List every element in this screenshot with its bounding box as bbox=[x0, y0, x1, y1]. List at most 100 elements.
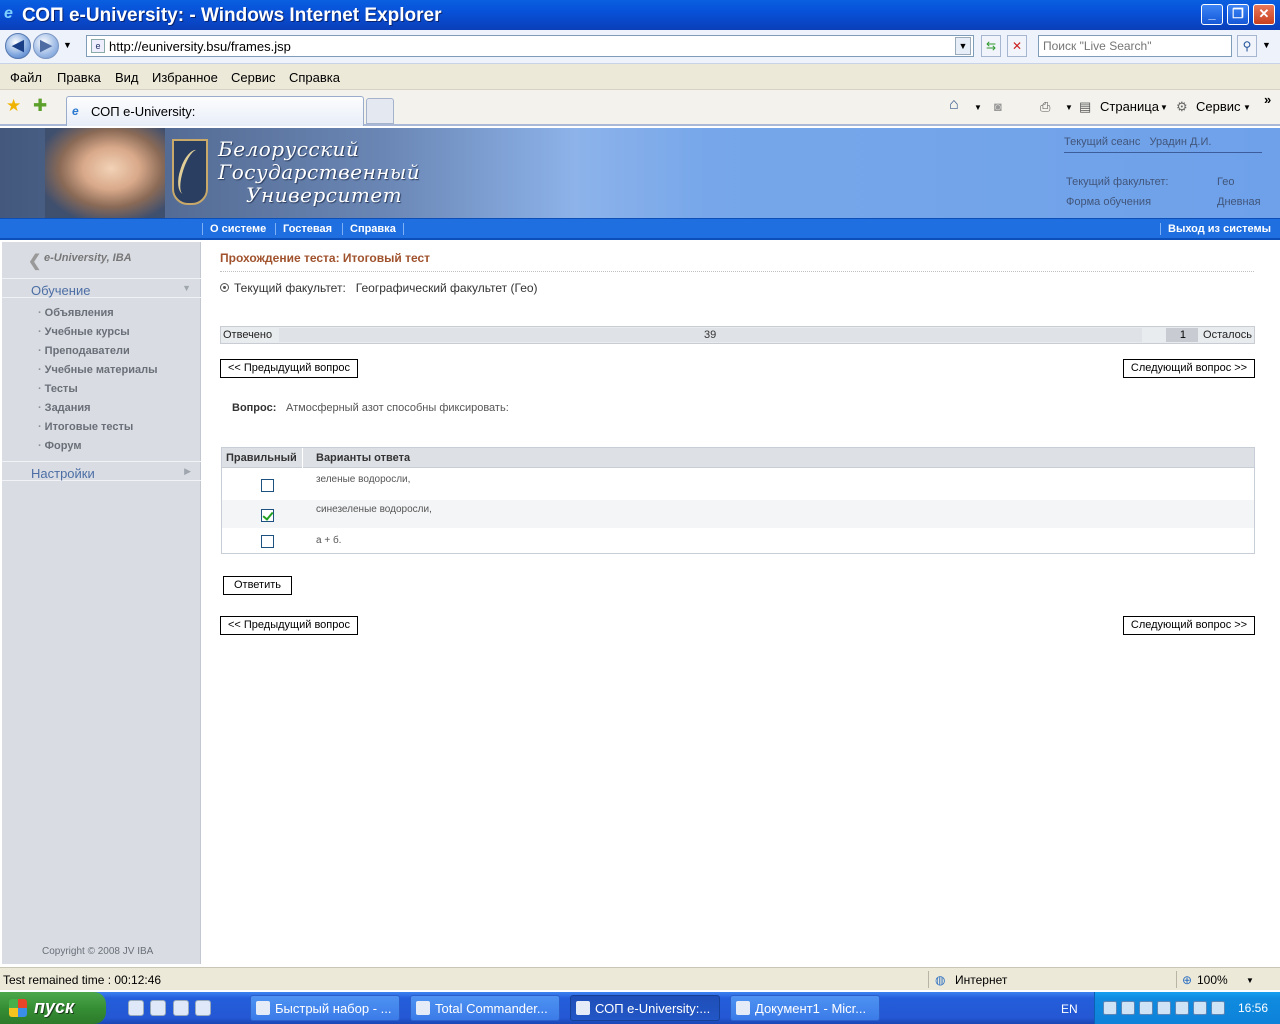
sidebar-item-tests[interactable]: · Тесты bbox=[38, 383, 78, 395]
search-icon[interactable]: ⚲ bbox=[1237, 35, 1257, 57]
print-dropdown-icon[interactable]: ▼ bbox=[1065, 103, 1073, 112]
sidebar-item-announcements[interactable]: · Объявления bbox=[38, 307, 114, 319]
menu-view[interactable]: Вид bbox=[115, 70, 139, 85]
answer-checkbox[interactable] bbox=[261, 479, 274, 492]
menu-file[interactable]: Файл bbox=[10, 70, 42, 85]
sidebar-item-forum[interactable]: · Форум bbox=[38, 440, 81, 452]
print-icon[interactable]: ⎙ bbox=[1040, 99, 1050, 115]
answered-label: Отвечено bbox=[223, 329, 273, 341]
nav-about[interactable]: О системе bbox=[202, 223, 273, 235]
address-dropdown-icon[interactable]: ▼ bbox=[955, 37, 971, 55]
main-content: Прохождение теста: Итоговый тест Текущий… bbox=[201, 242, 1280, 964]
menu-favorites[interactable]: Избранное bbox=[152, 70, 218, 85]
tray-icon[interactable] bbox=[1103, 1001, 1117, 1015]
nav-logout[interactable]: Выход из системы bbox=[1160, 223, 1278, 235]
quicklaunch-save-icon[interactable] bbox=[128, 1000, 144, 1016]
sidebar-item-final-tests[interactable]: · Итоговые тесты bbox=[38, 421, 133, 433]
tray-icon[interactable] bbox=[1121, 1001, 1135, 1015]
tray-icon[interactable] bbox=[1157, 1001, 1171, 1015]
next-question-button-bottom[interactable]: Следующий вопрос >> bbox=[1123, 616, 1255, 635]
tray-icon[interactable] bbox=[1175, 1001, 1189, 1015]
faculty-label: Текущий факультет: bbox=[1066, 176, 1169, 188]
tab-current[interactable]: e СОП e-University: bbox=[66, 96, 364, 126]
quicklaunch-ie-icon[interactable] bbox=[173, 1000, 189, 1016]
zoom-icon: ⊕ bbox=[1182, 973, 1193, 987]
address-field[interactable]: e http://euniversity.bsu/frames.jsp ▼ bbox=[86, 35, 974, 57]
tray-icon[interactable] bbox=[1211, 1001, 1225, 1015]
language-indicator[interactable]: EN bbox=[1061, 1002, 1078, 1016]
menu-help[interactable]: Справка bbox=[289, 70, 340, 85]
add-favorite-icon[interactable]: ✚ bbox=[33, 96, 47, 116]
tray-icon[interactable] bbox=[1139, 1001, 1153, 1015]
tab-bar: ★ ✚ e СОП e-University: ⌂ ▼ ◙ ⎙ ▼ ▤ Стра… bbox=[0, 90, 1280, 126]
favorites-star-icon[interactable]: ★ bbox=[6, 96, 21, 116]
quicklaunch-browser-icon[interactable] bbox=[195, 1000, 211, 1016]
menu-edit[interactable]: Правка bbox=[57, 70, 101, 85]
word-icon bbox=[736, 1001, 750, 1015]
globe-icon: ◍ bbox=[935, 973, 946, 987]
taskbar: пуск Быстрый набор - ... Total Commander… bbox=[0, 992, 1280, 1024]
task-total-commander[interactable]: Total Commander... bbox=[410, 995, 560, 1021]
page-dropdown-icon[interactable]: ▼ bbox=[1160, 103, 1168, 112]
sidebar-item-materials[interactable]: · Учебные материалы bbox=[38, 364, 157, 376]
faculty-name: Географический факультет (Гео) bbox=[355, 281, 538, 295]
ie-logo-icon: e bbox=[4, 5, 13, 22]
remaining-count: 1 bbox=[1166, 328, 1198, 342]
quicklaunch-media-icon[interactable] bbox=[150, 1000, 166, 1016]
sidebar-item-assignments[interactable]: · Задания bbox=[38, 402, 91, 414]
answer-checkbox[interactable] bbox=[261, 535, 274, 548]
windows-logo-icon bbox=[9, 999, 27, 1017]
task-word-document[interactable]: Документ1 - Micr... bbox=[730, 995, 880, 1021]
page-menu[interactable]: Страница bbox=[1100, 99, 1159, 114]
prev-question-button-bottom[interactable]: << Предыдущий вопрос bbox=[220, 616, 358, 635]
task-speed-dial[interactable]: Быстрый набор - ... bbox=[250, 995, 400, 1021]
tools-dropdown-icon[interactable]: ▼ bbox=[1243, 103, 1251, 112]
menu-tools[interactable]: Сервис bbox=[231, 70, 276, 85]
copyright: Copyright © 2008 JV IBA bbox=[42, 946, 154, 957]
answers-header: Правильный Варианты ответа bbox=[222, 448, 1254, 468]
header-correct: Правильный bbox=[226, 452, 297, 464]
refresh-button[interactable]: ⇆ bbox=[981, 35, 1001, 57]
search-input[interactable] bbox=[1038, 35, 1232, 57]
answer-row: а + б. bbox=[222, 528, 1254, 556]
home-dropdown-icon[interactable]: ▼ bbox=[974, 103, 982, 112]
zoom-level[interactable]: 100% bbox=[1197, 973, 1228, 987]
university-crest-icon bbox=[172, 139, 208, 205]
zoom-dropdown-icon[interactable]: ▼ bbox=[1246, 976, 1254, 985]
test-timer: Test remained time : 00:12:46 bbox=[3, 973, 162, 987]
tools-menu[interactable]: Сервис bbox=[1196, 99, 1241, 114]
minimize-button[interactable]: _ bbox=[1201, 4, 1223, 25]
forward-button[interactable]: ▶ bbox=[33, 33, 59, 59]
home-icon[interactable]: ⌂ bbox=[949, 96, 959, 114]
submit-answer-button[interactable]: Ответить bbox=[223, 576, 292, 595]
history-dropdown-icon[interactable]: ▼ bbox=[63, 40, 72, 50]
menu-bar: Файл Правка Вид Избранное Сервис Справка bbox=[0, 64, 1280, 90]
stop-button[interactable]: ✕ bbox=[1007, 35, 1027, 57]
ie-task-icon bbox=[576, 1001, 590, 1015]
nav-guestbook[interactable]: Гостевая bbox=[275, 223, 339, 235]
prev-question-button[interactable]: << Предыдущий вопрос bbox=[220, 359, 358, 378]
toolbar-overflow-icon[interactable]: » bbox=[1264, 92, 1271, 107]
back-button[interactable]: ◀ bbox=[5, 33, 31, 59]
maximize-button[interactable]: ❐ bbox=[1227, 4, 1249, 25]
next-question-button[interactable]: Следующий вопрос >> bbox=[1123, 359, 1255, 378]
question-label: Вопрос: bbox=[232, 402, 277, 414]
chevron-down-icon: ▼ bbox=[182, 283, 191, 293]
search-options-icon[interactable]: ▼ bbox=[1262, 40, 1271, 50]
tray-icon[interactable] bbox=[1193, 1001, 1207, 1015]
feeds-icon[interactable]: ◙ bbox=[994, 99, 1002, 114]
start-button[interactable]: пуск bbox=[0, 992, 106, 1024]
new-tab-button[interactable] bbox=[366, 98, 394, 124]
nav-help[interactable]: Справка bbox=[342, 223, 404, 235]
sidebar-item-courses[interactable]: · Учебные курсы bbox=[38, 326, 130, 338]
chevron-right-icon: ▶ bbox=[184, 466, 191, 476]
faculty-value: Гео bbox=[1217, 176, 1235, 188]
close-button[interactable]: ✕ bbox=[1253, 4, 1275, 25]
task-ie-e-university[interactable]: СОП e-University:... bbox=[570, 995, 720, 1021]
answers-table: Правильный Варианты ответа зеленые водор… bbox=[221, 447, 1255, 554]
sidebar-section-settings[interactable]: Настройки ▶ bbox=[2, 461, 201, 481]
answer-text: синезеленые водоросли, bbox=[316, 504, 432, 515]
sidebar-section-learning[interactable]: Обучение ▼ bbox=[2, 278, 201, 298]
answer-checkbox[interactable] bbox=[261, 509, 274, 522]
sidebar-item-teachers[interactable]: · Преподаватели bbox=[38, 345, 130, 357]
